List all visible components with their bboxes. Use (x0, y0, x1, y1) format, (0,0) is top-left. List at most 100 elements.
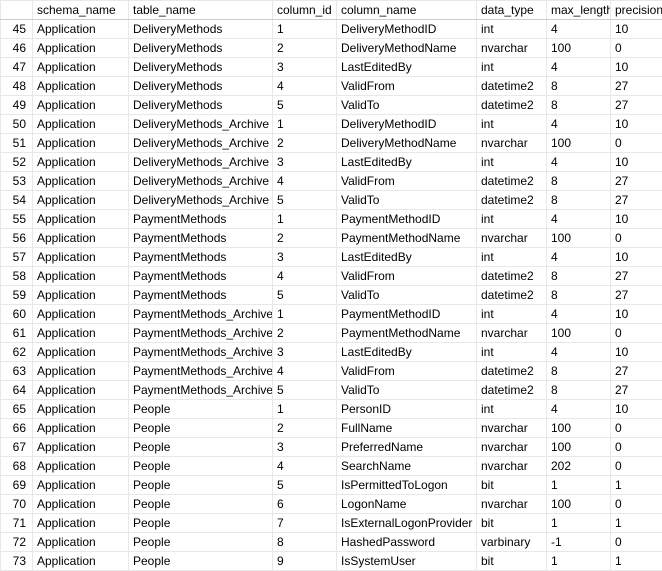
cell-column-name[interactable]: PaymentMethodName (337, 229, 477, 248)
cell-schema-name[interactable]: Application (33, 495, 129, 514)
cell-precision[interactable]: 27 (611, 267, 662, 286)
cell-data-type[interactable]: datetime2 (477, 381, 547, 400)
cell-precision[interactable]: 0 (611, 419, 662, 438)
cell-data-type[interactable]: nvarchar (477, 324, 547, 343)
cell-schema-name[interactable]: Application (33, 20, 129, 39)
cell-data-type[interactable]: int (477, 210, 547, 229)
cell-schema-name[interactable]: Application (33, 514, 129, 533)
cell-column-name[interactable]: HashedPassword (337, 533, 477, 552)
cell-column-name[interactable]: PersonID (337, 400, 477, 419)
cell-precision[interactable]: 27 (611, 172, 662, 191)
cell-max-length[interactable]: 4 (547, 248, 611, 267)
cell-schema-name[interactable]: Application (33, 134, 129, 153)
cell-column-id[interactable]: 1 (273, 400, 337, 419)
cell-max-length[interactable]: 1 (547, 476, 611, 495)
cell-column-id[interactable]: 3 (273, 248, 337, 267)
cell-data-type[interactable]: datetime2 (477, 286, 547, 305)
table-row[interactable]: 45ApplicationDeliveryMethods1DeliveryMet… (1, 20, 662, 39)
row-number[interactable]: 53 (1, 172, 33, 191)
row-number[interactable]: 49 (1, 96, 33, 115)
cell-max-length[interactable]: 202 (547, 457, 611, 476)
cell-precision[interactable]: 0 (611, 324, 662, 343)
row-number[interactable]: 55 (1, 210, 33, 229)
cell-max-length[interactable]: 4 (547, 400, 611, 419)
cell-column-id[interactable]: 9 (273, 552, 337, 571)
cell-precision[interactable]: 10 (611, 115, 662, 134)
cell-column-id[interactable]: 2 (273, 324, 337, 343)
cell-precision[interactable]: 10 (611, 20, 662, 39)
cell-max-length[interactable]: 8 (547, 77, 611, 96)
cell-table-name[interactable]: DeliveryMethods (129, 96, 273, 115)
row-number[interactable]: 50 (1, 115, 33, 134)
cell-precision[interactable]: 1 (611, 514, 662, 533)
cell-column-id[interactable]: 1 (273, 210, 337, 229)
row-number[interactable]: 73 (1, 552, 33, 571)
row-number[interactable]: 66 (1, 419, 33, 438)
cell-column-id[interactable]: 4 (273, 172, 337, 191)
cell-precision[interactable]: 0 (611, 134, 662, 153)
table-row[interactable]: 73ApplicationPeople9IsSystemUserbit11 (1, 552, 662, 571)
row-number[interactable]: 64 (1, 381, 33, 400)
row-number[interactable]: 61 (1, 324, 33, 343)
cell-table-name[interactable]: DeliveryMethods (129, 20, 273, 39)
cell-precision[interactable]: 10 (611, 400, 662, 419)
cell-precision[interactable]: 0 (611, 457, 662, 476)
cell-schema-name[interactable]: Application (33, 343, 129, 362)
cell-column-id[interactable]: 5 (273, 381, 337, 400)
cell-column-name[interactable]: LastEditedBy (337, 248, 477, 267)
cell-column-id[interactable]: 4 (273, 362, 337, 381)
cell-schema-name[interactable]: Application (33, 153, 129, 172)
cell-column-name[interactable]: SearchName (337, 457, 477, 476)
row-number[interactable]: 59 (1, 286, 33, 305)
cell-table-name[interactable]: PaymentMethods (129, 210, 273, 229)
table-row[interactable]: 51ApplicationDeliveryMethods_Archive2Del… (1, 134, 662, 153)
cell-column-name[interactable]: ValidFrom (337, 172, 477, 191)
row-number[interactable]: 70 (1, 495, 33, 514)
row-number[interactable]: 63 (1, 362, 33, 381)
table-row[interactable]: 67ApplicationPeople3PreferredNamenvarcha… (1, 438, 662, 457)
row-number[interactable]: 72 (1, 533, 33, 552)
table-row[interactable]: 58ApplicationPaymentMethods4ValidFromdat… (1, 267, 662, 286)
cell-column-id[interactable]: 2 (273, 229, 337, 248)
cell-column-id[interactable]: 5 (273, 476, 337, 495)
row-number[interactable]: 68 (1, 457, 33, 476)
cell-schema-name[interactable]: Application (33, 533, 129, 552)
cell-precision[interactable]: 27 (611, 381, 662, 400)
cell-data-type[interactable]: int (477, 153, 547, 172)
table-row[interactable]: 53ApplicationDeliveryMethods_Archive4Val… (1, 172, 662, 191)
row-number[interactable]: 71 (1, 514, 33, 533)
cell-precision[interactable]: 0 (611, 438, 662, 457)
cell-max-length[interactable]: 1 (547, 552, 611, 571)
cell-schema-name[interactable]: Application (33, 438, 129, 457)
cell-column-name[interactable]: PaymentMethodID (337, 210, 477, 229)
cell-data-type[interactable]: datetime2 (477, 267, 547, 286)
cell-column-id[interactable]: 3 (273, 153, 337, 172)
cell-precision[interactable]: 1 (611, 552, 662, 571)
header-data-type[interactable]: data_type (477, 1, 547, 20)
cell-table-name[interactable]: DeliveryMethods (129, 39, 273, 58)
cell-schema-name[interactable]: Application (33, 115, 129, 134)
cell-schema-name[interactable]: Application (33, 286, 129, 305)
header-max-length[interactable]: max_length (547, 1, 611, 20)
cell-table-name[interactable]: DeliveryMethods_Archive (129, 115, 273, 134)
cell-table-name[interactable]: PaymentMethods_Archive (129, 324, 273, 343)
cell-column-name[interactable]: ValidTo (337, 381, 477, 400)
row-number[interactable]: 45 (1, 20, 33, 39)
cell-precision[interactable]: 0 (611, 533, 662, 552)
cell-table-name[interactable]: DeliveryMethods_Archive (129, 153, 273, 172)
cell-data-type[interactable]: int (477, 343, 547, 362)
cell-column-name[interactable]: PaymentMethodName (337, 324, 477, 343)
cell-table-name[interactable]: PaymentMethods_Archive (129, 381, 273, 400)
cell-precision[interactable]: 10 (611, 248, 662, 267)
cell-schema-name[interactable]: Application (33, 229, 129, 248)
cell-data-type[interactable]: datetime2 (477, 191, 547, 210)
cell-max-length[interactable]: 4 (547, 153, 611, 172)
cell-precision[interactable]: 0 (611, 495, 662, 514)
cell-schema-name[interactable]: Application (33, 210, 129, 229)
table-row[interactable]: 71ApplicationPeople7IsExternalLogonProvi… (1, 514, 662, 533)
cell-table-name[interactable]: PaymentMethods_Archive (129, 305, 273, 324)
cell-column-id[interactable]: 3 (273, 438, 337, 457)
cell-table-name[interactable]: People (129, 533, 273, 552)
header-precision[interactable]: precision (611, 1, 662, 20)
cell-column-name[interactable]: ValidTo (337, 96, 477, 115)
